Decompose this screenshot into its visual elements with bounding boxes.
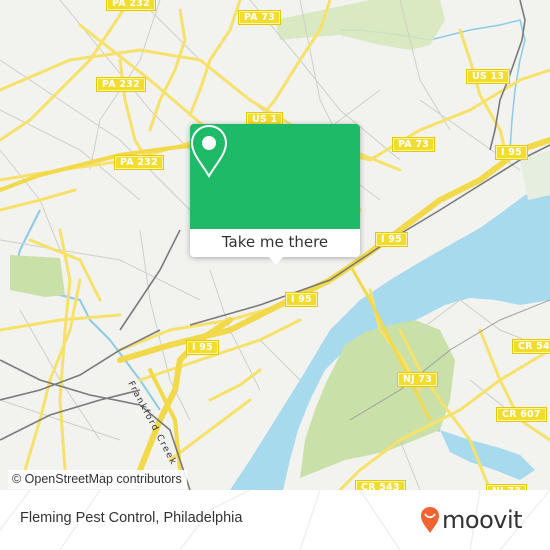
road-shield-pa232: PA 232 [96,77,146,92]
road-shield-pa232: PA 232 [106,0,156,11]
road-shield-us13: US 13 [466,69,511,84]
moovit-logo[interactable]: moovit [420,504,540,536]
map-pin-icon [190,124,228,178]
popup-header[interactable] [190,124,360,229]
osm-attribution[interactable]: © OpenStreetMap contributors [8,470,187,489]
park-left [10,255,65,297]
creek-bay [440,430,535,480]
road-shield-pa73: PA 73 [392,137,435,152]
road-shield-pa232: PA 232 [114,155,164,170]
road-shield-nj73: NJ 73 [397,372,439,387]
road-shield-pa73: PA 73 [238,10,281,25]
popup-pointer [268,256,284,265]
road-shield-i95: I 95 [285,292,318,307]
road-shield-cr543: CR 543 [355,480,406,490]
road-shield-i95: I 95 [186,340,219,355]
park-pennypack [275,0,445,50]
footer-bar: Fleming Pest Control, Philadelphia moovi… [0,490,550,550]
road-shield-i95: I 95 [495,145,528,160]
moovit-smile-pin-icon [421,507,439,533]
take-me-there-button[interactable]: Take me there [190,229,360,257]
road-shield-cr543: CR 543 [512,339,550,354]
location-popup: Take me there [190,124,360,257]
map-canvas[interactable]: Frankford Creek PA 232 PA 73 PA 232 US 1… [0,0,550,490]
moovit-wordmark: moovit [442,506,523,534]
creek-left [13,209,161,411]
road-shield-i95: I 95 [375,232,408,247]
place-name: Fleming Pest Control, Philadelphia [20,510,243,526]
road-shield-cr607: CR 607 [496,407,547,422]
